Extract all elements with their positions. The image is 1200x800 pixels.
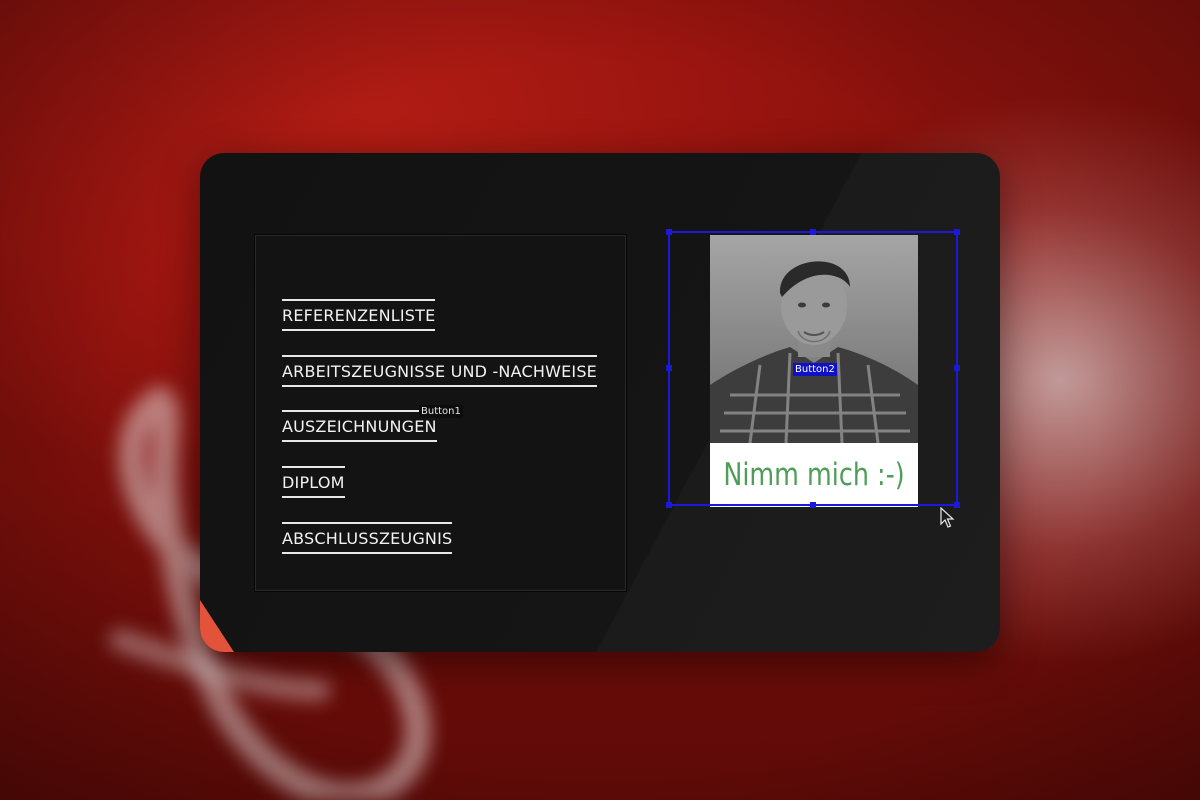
resize-handle-top-left[interactable] [666,229,672,235]
pdf-page-card: REFERENZENLISTE ARBEITSZEUGNISSE UND -NA… [200,153,1000,652]
button1-label[interactable]: Button1 [419,405,463,418]
nav-link-referenzenliste[interactable]: REFERENZENLISTE [282,299,436,331]
resize-handle-bottom-left[interactable] [666,502,672,508]
corner-accent [200,600,234,652]
resize-handle-left[interactable] [666,365,672,371]
resize-handle-right[interactable] [954,365,960,371]
nav-link-arbeitszeugnisse[interactable]: ARBEITSZEUGNISSE UND -NACHWEISE [282,355,597,387]
nav-link-auszeichnungen[interactable]: AUSZEICHNUNGEN [282,410,437,442]
resize-handle-top-right[interactable] [954,229,960,235]
resize-handle-bottom[interactable] [810,502,816,508]
button2-label[interactable]: Button2 [793,363,837,376]
nav-link-diplom[interactable]: DIPLOM [282,466,345,498]
nav-link-abschlusszeugnis[interactable]: ABSCHLUSSZEUGNIS [282,522,453,554]
mouse-pointer-icon [940,507,955,528]
resize-handle-top[interactable] [810,229,816,235]
